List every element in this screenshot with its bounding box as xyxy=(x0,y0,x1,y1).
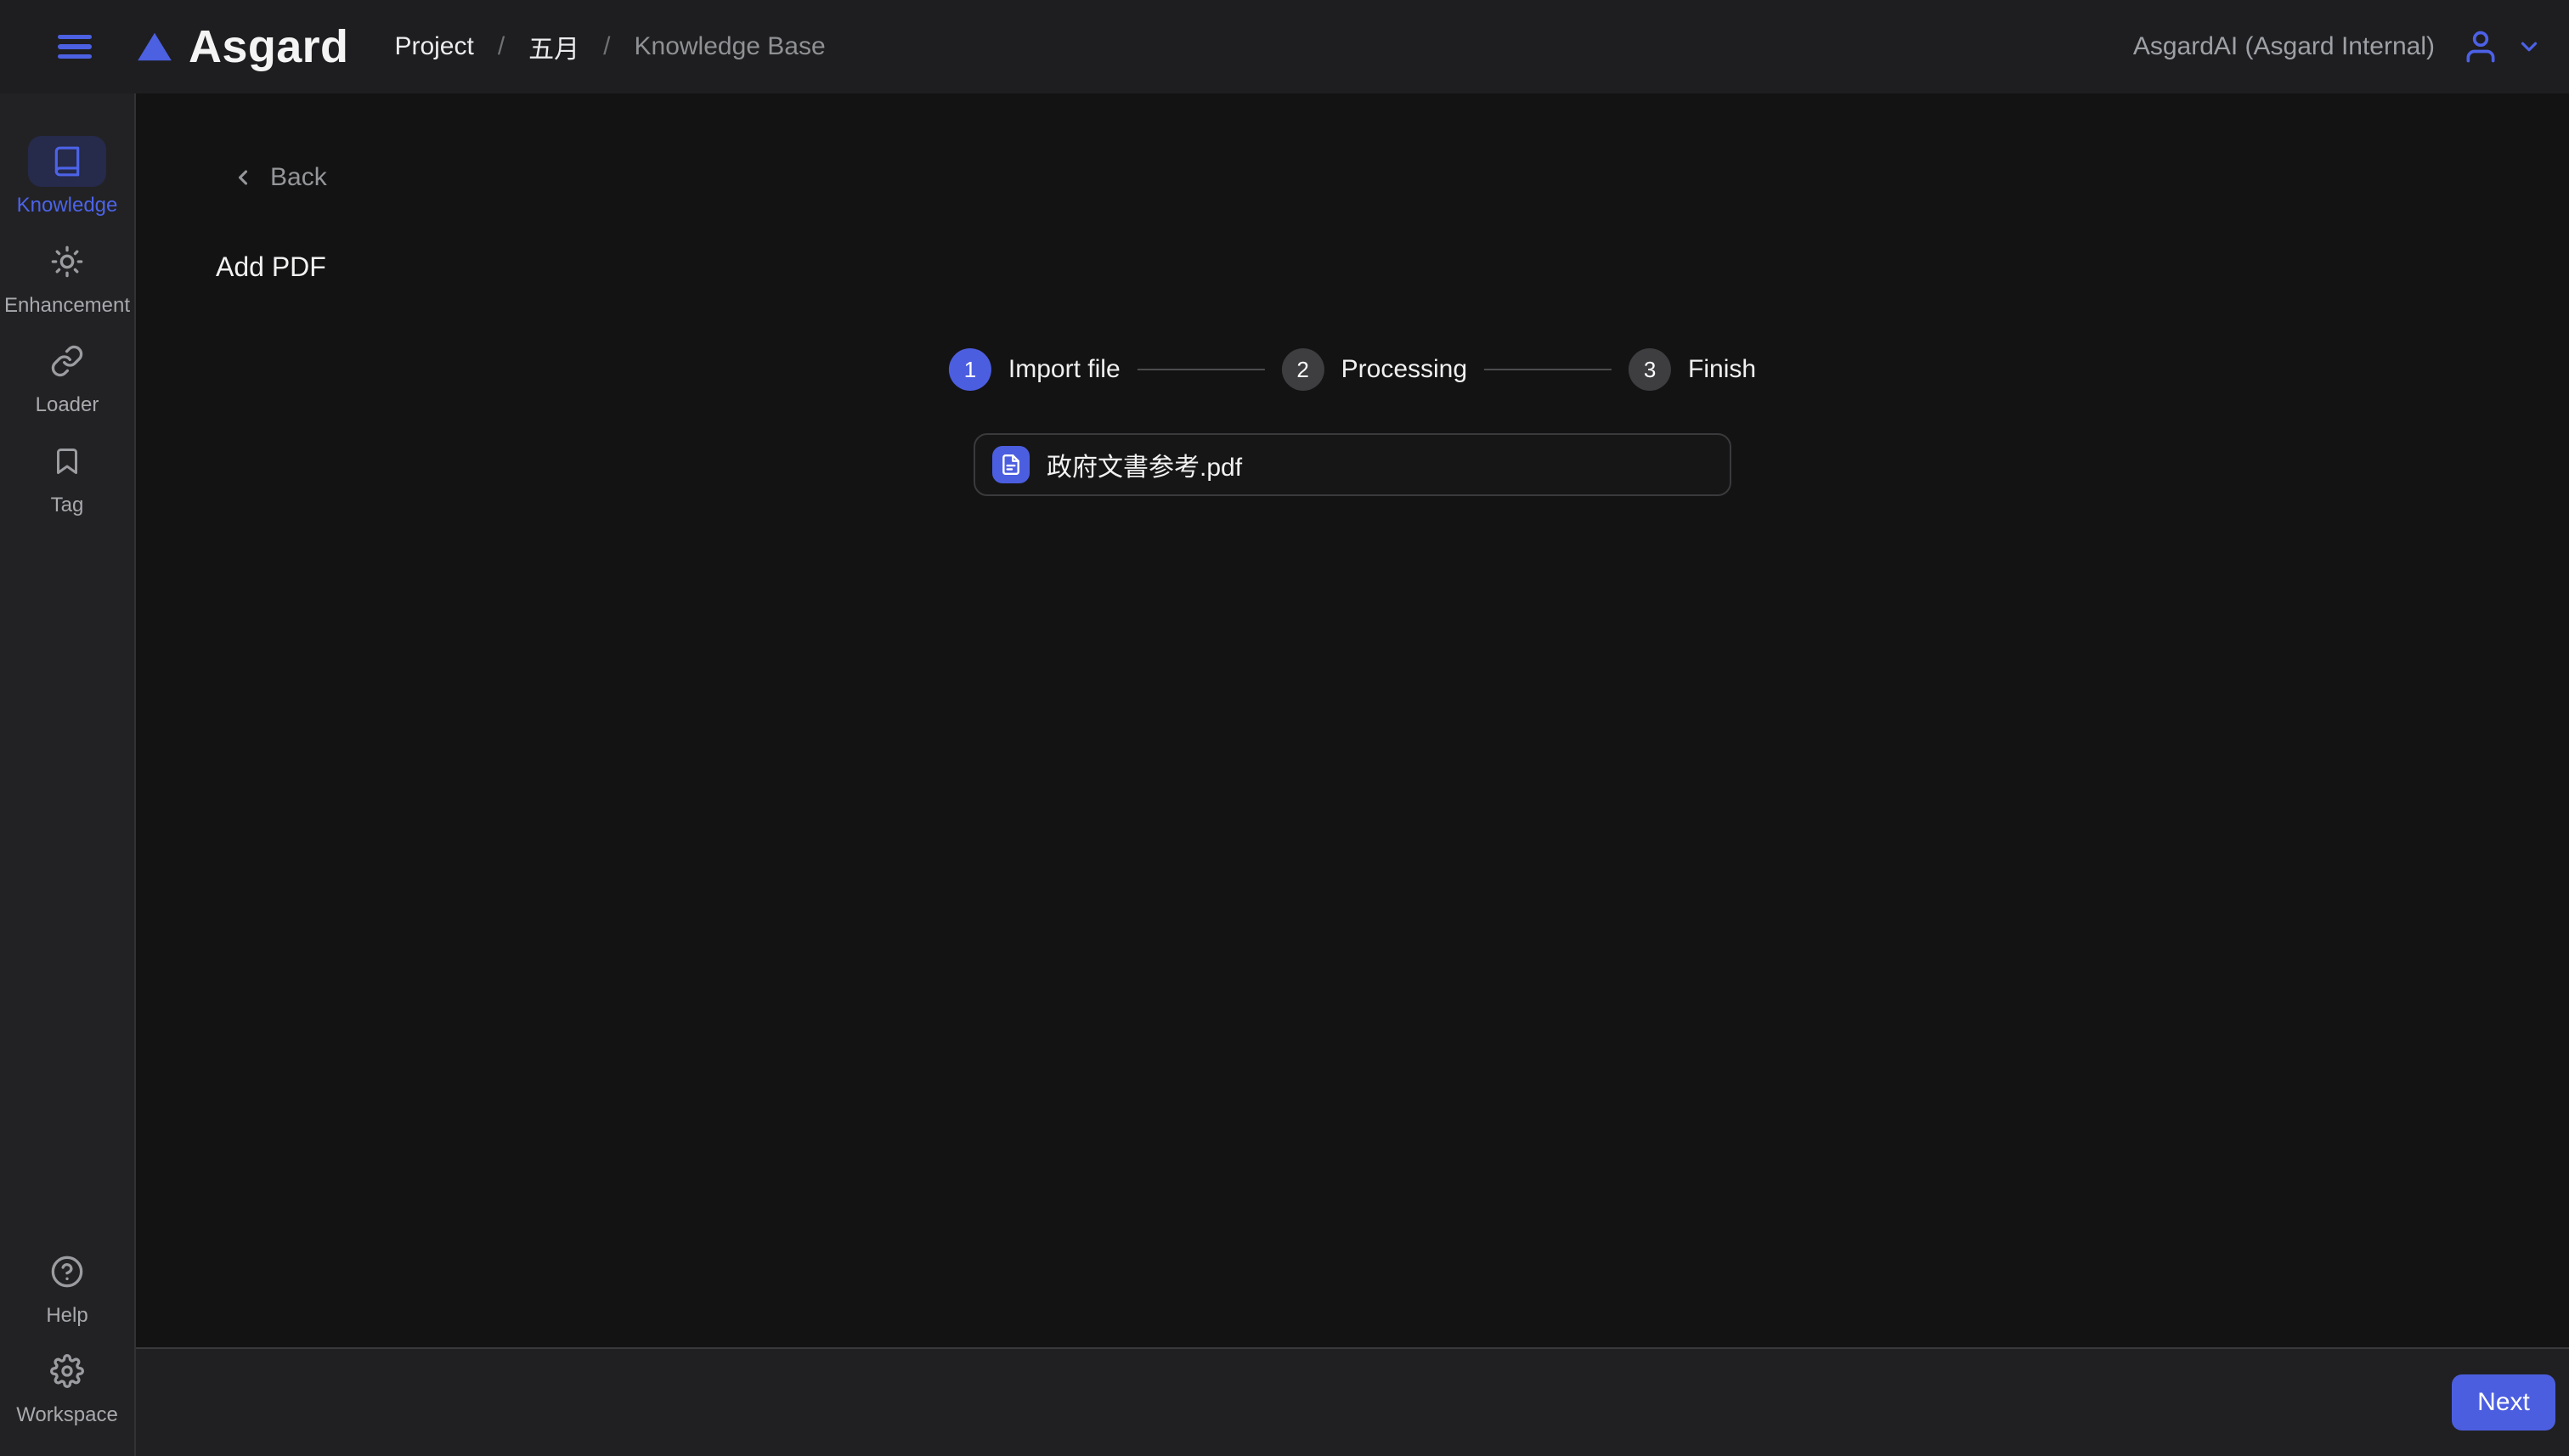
sidebar-item-label: Tag xyxy=(50,493,84,516)
file-item[interactable]: 政府文書参考.pdf xyxy=(974,433,1731,496)
breadcrumb-item-current: Knowledge Base xyxy=(634,32,826,60)
chevron-down-icon[interactable] xyxy=(2516,34,2542,59)
step-number-badge: 3 xyxy=(1629,348,1672,391)
page-title: Add PDF xyxy=(216,251,326,282)
step-import-file: 1 Import file xyxy=(948,348,1121,391)
app-window: Asgard Project / 五月 / Knowledge Base Asg… xyxy=(0,0,2569,1456)
stepper: 1 Import file 2 Processing 3 Finish xyxy=(948,348,1756,391)
sidebar-item-knowledge[interactable]: Knowledge xyxy=(0,136,134,217)
sidebar: Knowledge Enhancement Loader Tag Help Wo… xyxy=(0,93,136,1456)
main-content: Back Add PDF 1 Import file 2 Processing … xyxy=(136,93,2569,1347)
sidebar-item-tag[interactable]: Tag xyxy=(0,436,134,517)
breadcrumb-separator: / xyxy=(603,32,611,60)
account-label: AsgardAI (Asgard Internal) xyxy=(2132,32,2435,60)
step-label: Import file xyxy=(1008,355,1121,383)
step-label: Processing xyxy=(1341,355,1468,383)
step-number-badge: 1 xyxy=(948,348,991,391)
sidebar-item-enhancement[interactable]: Enhancement xyxy=(0,236,134,318)
step-processing: 2 Processing xyxy=(1281,348,1468,391)
breadcrumb: Project / 五月 / Knowledge Base xyxy=(394,28,825,65)
breadcrumb-item-project[interactable]: Project xyxy=(394,32,473,61)
sun-icon xyxy=(28,236,106,287)
sidebar-bottom-group: Help Workspace xyxy=(0,1246,134,1456)
step-label: Finish xyxy=(1688,355,1757,383)
logo-text: Asgard xyxy=(189,21,349,72)
back-button[interactable]: Back xyxy=(231,163,327,192)
back-label: Back xyxy=(270,163,327,191)
sidebar-item-label: Workspace xyxy=(16,1403,118,1427)
gear-icon xyxy=(28,1346,106,1397)
step-number-badge: 2 xyxy=(1281,348,1324,391)
header-account-area: AsgardAI (Asgard Internal) xyxy=(2133,28,2569,65)
sidebar-item-help[interactable]: Help xyxy=(0,1246,134,1328)
breadcrumb-separator: / xyxy=(497,32,505,60)
sidebar-item-label: Enhancement xyxy=(3,293,131,317)
book-icon xyxy=(28,136,106,187)
help-circle-icon xyxy=(28,1246,106,1297)
file-name: 政府文書参考.pdf xyxy=(1047,454,1243,482)
next-button[interactable]: Next xyxy=(2452,1374,2555,1431)
app-header: Asgard Project / 五月 / Knowledge Base Asg… xyxy=(0,0,2569,93)
document-icon xyxy=(992,446,1030,483)
step-connector xyxy=(1137,369,1265,370)
bookmark-icon xyxy=(28,436,106,487)
chevron-left-icon xyxy=(238,170,248,185)
breadcrumb-item-workspace[interactable]: 五月 xyxy=(528,28,579,65)
step-connector xyxy=(1484,369,1612,370)
sidebar-item-label: Help xyxy=(46,1303,88,1327)
logo-triangle-icon xyxy=(138,32,172,61)
sidebar-item-label: Loader xyxy=(35,393,99,417)
footer-bar: Next xyxy=(136,1347,2569,1456)
sidebar-item-loader[interactable]: Loader xyxy=(0,336,134,417)
menu-icon[interactable] xyxy=(58,35,92,59)
app-logo[interactable]: Asgard xyxy=(136,24,348,70)
link-icon xyxy=(28,336,106,387)
user-icon[interactable] xyxy=(2462,28,2499,65)
sidebar-item-workspace[interactable]: Workspace xyxy=(0,1346,134,1427)
sidebar-item-label: Knowledge xyxy=(16,194,118,217)
step-finish: 3 Finish xyxy=(1629,348,1756,391)
